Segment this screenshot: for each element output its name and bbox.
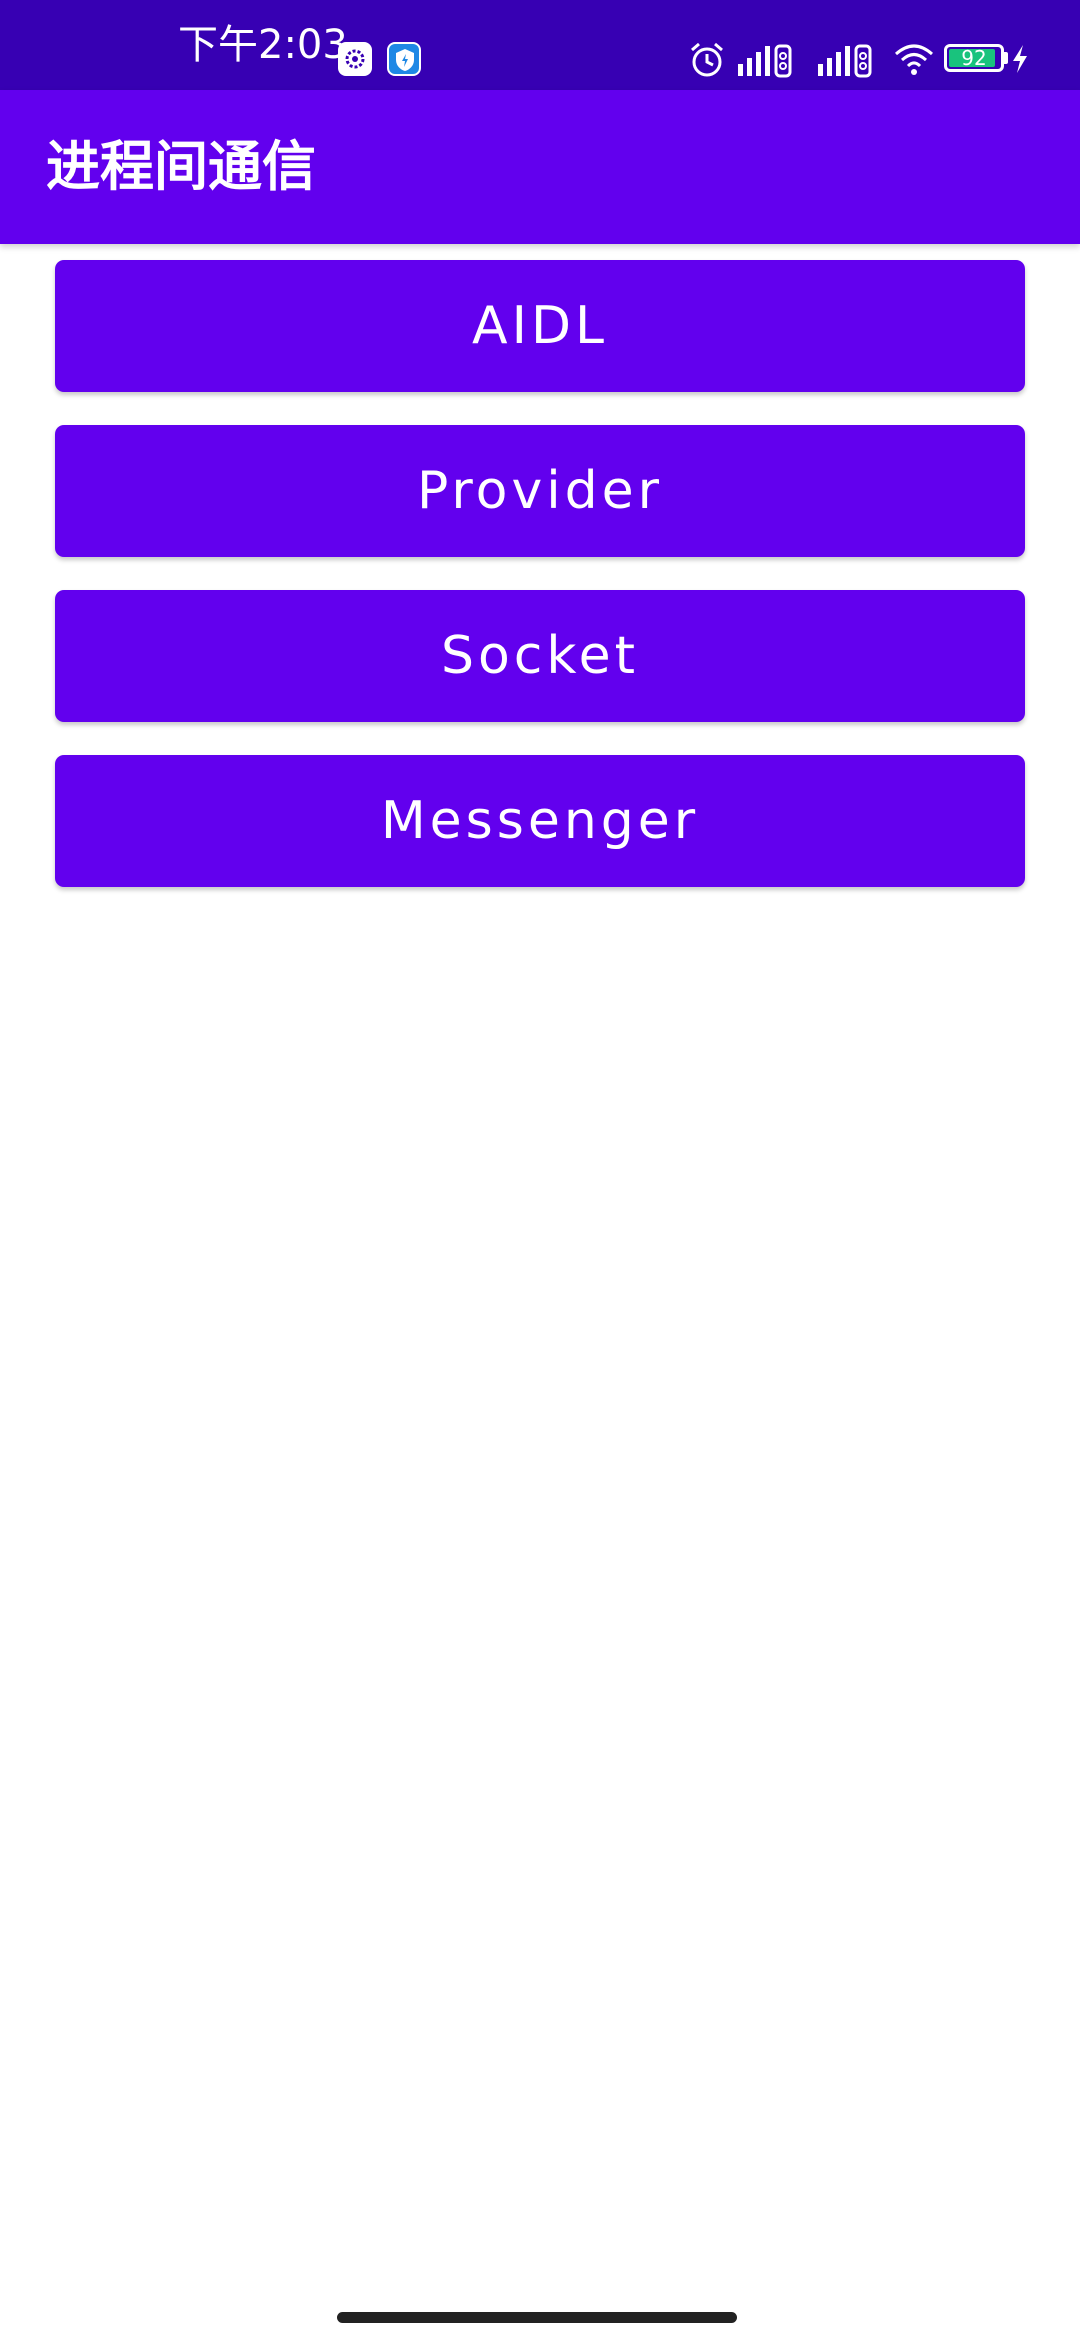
settings-notification-icon	[338, 42, 372, 76]
charging-icon	[1013, 45, 1027, 73]
app-bar: 进程间通信	[0, 90, 1080, 244]
home-indicator[interactable]	[337, 2312, 737, 2323]
page-title: 进程间通信	[46, 135, 316, 198]
signal-icon	[818, 44, 872, 78]
provider-button[interactable]: Provider	[55, 425, 1025, 557]
wifi-icon	[895, 44, 933, 75]
status-time: 下午2:03	[178, 22, 348, 68]
socket-button[interactable]: Socket	[55, 590, 1025, 722]
signal-icon	[738, 44, 792, 78]
battery-icon: 92	[944, 44, 1004, 72]
aidl-button[interactable]: AIDL	[55, 260, 1025, 392]
status-bar: 下午2:03 92	[0, 0, 1080, 90]
battery-cap	[1004, 52, 1008, 64]
battery-level: 92	[961, 46, 987, 70]
alarm-icon	[691, 42, 723, 77]
shield-notification-icon	[387, 42, 421, 76]
messenger-button[interactable]: Messenger	[55, 755, 1025, 887]
